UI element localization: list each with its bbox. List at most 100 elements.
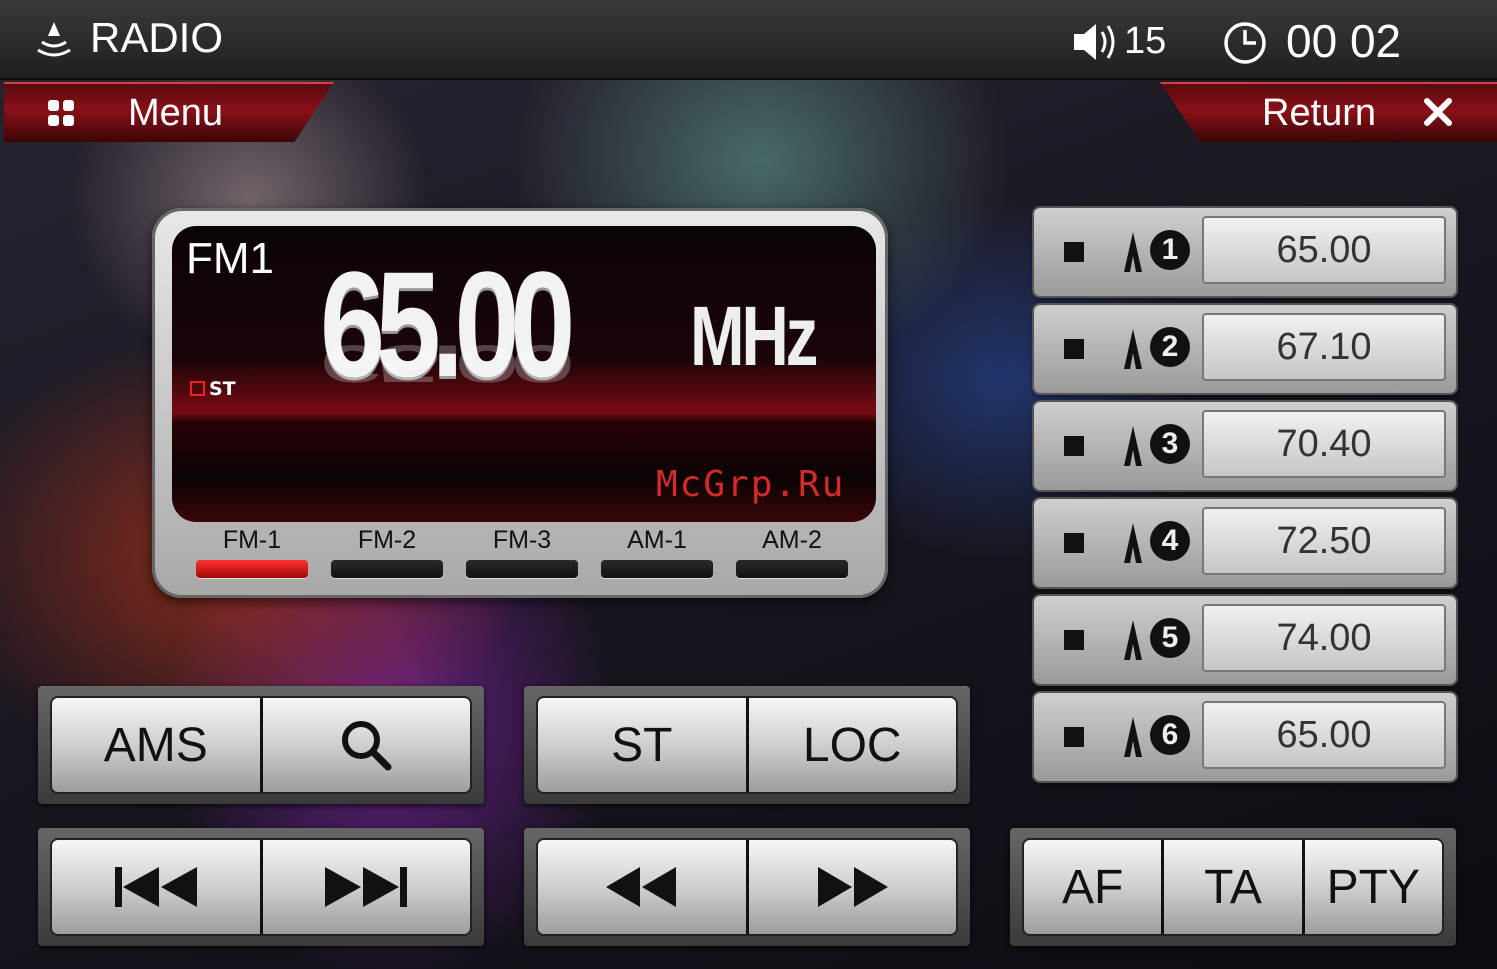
ams-label: AMS	[103, 718, 208, 772]
prev-next-panel	[38, 828, 484, 946]
stop-icon	[1064, 339, 1084, 359]
antenna-icon	[1124, 426, 1142, 466]
preset-2[interactable]: 2 67.10	[1034, 305, 1456, 393]
preset-4[interactable]: 4 72.50	[1034, 499, 1456, 587]
preset-3[interactable]: 3 70.40	[1034, 402, 1456, 490]
preset-frequency: 65.00	[1202, 701, 1446, 769]
grid-icon	[48, 100, 74, 126]
current-band: FM1	[186, 234, 274, 283]
menu-button[interactable]: Menu	[4, 82, 334, 142]
previous-button[interactable]	[52, 840, 260, 934]
preset-frequency: 67.10	[1202, 313, 1446, 381]
af-button[interactable]: AF	[1024, 840, 1161, 934]
seek-forward-button[interactable]	[745, 840, 957, 934]
frequency-unit: MHz	[690, 289, 818, 383]
af-label: AF	[1061, 860, 1124, 914]
band-am-1[interactable]: AM-1	[601, 526, 713, 578]
preset-frequency: 74.00	[1202, 604, 1446, 672]
display-screen: FM1 65.00 65.00 MHz ST McGrp.Ru	[172, 226, 876, 522]
antenna-icon	[1124, 620, 1142, 660]
menu-label: Menu	[128, 92, 224, 134]
band-fm-3[interactable]: FM-3	[466, 526, 578, 578]
stop-icon	[1064, 436, 1084, 456]
app-title: RADIO	[90, 14, 224, 61]
band-indicator	[196, 560, 308, 578]
band-label: FM-2	[357, 526, 417, 554]
preset-5[interactable]: 5 74.00	[1034, 596, 1456, 684]
stop-icon	[1064, 630, 1084, 650]
preset-6[interactable]: 6 65.00	[1034, 693, 1456, 781]
stop-icon	[1064, 242, 1084, 262]
preset-number: 4	[1150, 521, 1190, 561]
clock-time: 00 02	[1286, 15, 1402, 67]
stereo-square-icon	[190, 381, 205, 396]
button-row	[538, 840, 956, 934]
preset-number: 3	[1150, 424, 1190, 464]
frequency-reflection: 65.00	[320, 334, 566, 394]
antenna-icon	[1124, 232, 1142, 272]
fast-forward-icon	[818, 867, 889, 907]
seek-back-button[interactable]	[538, 840, 746, 934]
pty-button[interactable]: PTY	[1301, 840, 1442, 934]
watermark: McGrp.Ru	[656, 464, 846, 505]
frequency-display: FM1 65.00 65.00 MHz ST McGrp.Ru FM-1 FM-…	[152, 208, 888, 598]
pty-label: PTY	[1326, 860, 1420, 914]
st-loc-panel: ST LOC	[524, 686, 970, 804]
band-indicator	[331, 560, 443, 578]
preset-frequency: 65.00	[1202, 216, 1446, 284]
band-indicator	[601, 560, 713, 578]
ta-button[interactable]: TA	[1161, 840, 1301, 934]
band-label: FM-3	[492, 526, 552, 554]
radio-icon	[37, 22, 71, 57]
button-row: AF TA PTY	[1024, 840, 1442, 934]
preset-frequency: 70.40	[1202, 410, 1446, 478]
preset-number: 2	[1150, 327, 1190, 367]
stop-icon	[1064, 727, 1084, 747]
ta-label: TA	[1204, 860, 1262, 914]
return-button[interactable]: Return	[1160, 82, 1497, 142]
antenna-icon	[1124, 523, 1142, 563]
volume-icon	[1074, 24, 1115, 60]
preset-number: 6	[1150, 715, 1190, 755]
next-button[interactable]	[259, 840, 471, 934]
band-fm-2[interactable]: FM-2	[331, 526, 443, 578]
skip-previous-icon	[114, 867, 197, 907]
band-fm-1[interactable]: FM-1	[196, 526, 308, 578]
search-button[interactable]	[259, 698, 471, 792]
band-label: AM-1	[627, 526, 687, 554]
ams-button[interactable]: AMS	[52, 698, 260, 792]
st-label: ST	[611, 718, 673, 772]
clock-icon	[1224, 22, 1266, 64]
preset-number: 1	[1150, 230, 1190, 270]
close-icon	[1424, 98, 1452, 126]
rewind-icon	[605, 867, 676, 907]
band-selector: FM-1 FM-2 FM-3 AM-1 AM-2	[196, 526, 856, 586]
antenna-icon	[1124, 717, 1142, 757]
loc-label: LOC	[802, 718, 902, 772]
return-label: Return	[1262, 92, 1377, 134]
seek-panel	[524, 828, 970, 946]
ams-search-panel: AMS	[38, 686, 484, 804]
antenna-icon	[1124, 329, 1142, 369]
rds-panel: AF TA PTY	[1010, 828, 1456, 946]
button-row: ST LOC	[538, 698, 956, 792]
band-indicator	[466, 560, 578, 578]
stop-icon	[1064, 533, 1084, 553]
status-bar: RADIO 15 00 02	[0, 0, 1497, 80]
local-button[interactable]: LOC	[745, 698, 957, 792]
stereo-label: ST	[209, 378, 236, 400]
volume-level: 15	[1124, 20, 1167, 62]
band-indicator	[736, 560, 848, 578]
stereo-button[interactable]: ST	[538, 698, 746, 792]
preset-frequency: 72.50	[1202, 507, 1446, 575]
band-label: FM-1	[222, 526, 282, 554]
band-am-2[interactable]: AM-2	[736, 526, 848, 578]
preset-number: 5	[1150, 618, 1190, 658]
stereo-indicator: ST	[190, 378, 236, 400]
band-label: AM-2	[762, 526, 822, 554]
preset-1[interactable]: 1 65.00	[1034, 208, 1456, 296]
button-row	[52, 840, 470, 934]
skip-next-icon	[325, 867, 408, 907]
button-row: AMS	[52, 698, 470, 792]
search-icon	[342, 721, 392, 771]
